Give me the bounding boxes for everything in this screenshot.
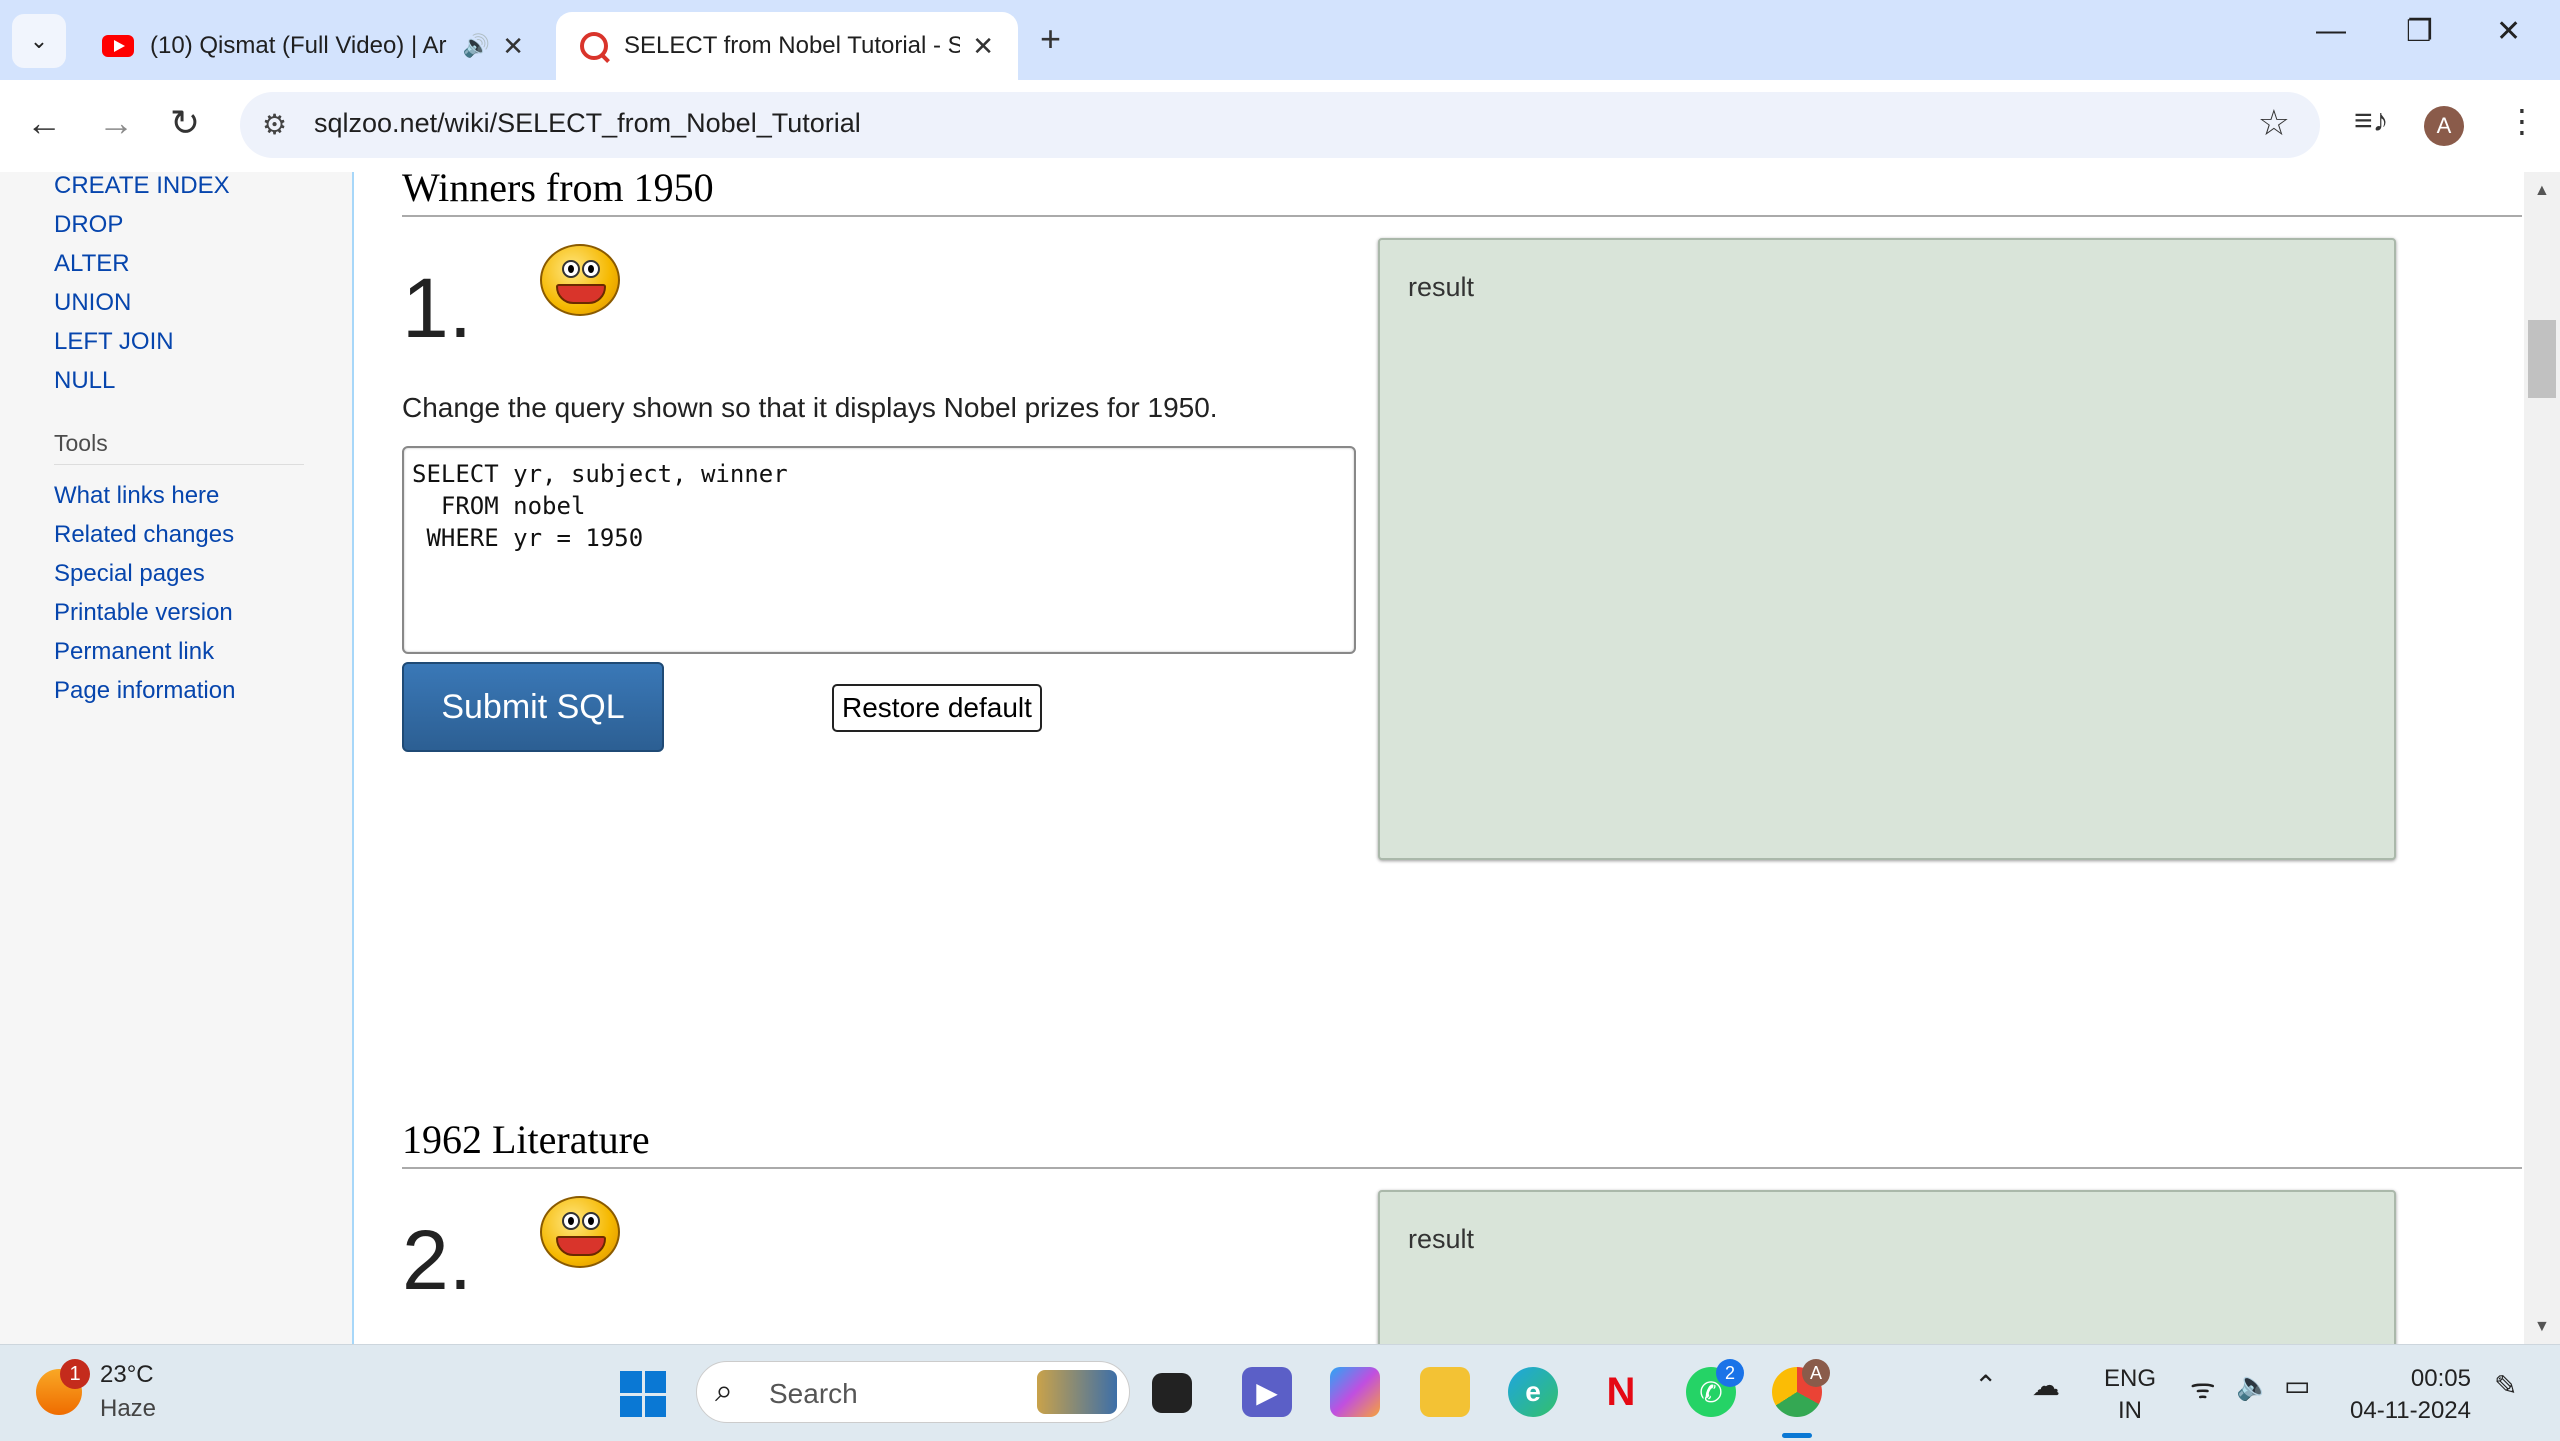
wifi-icon[interactable]: ᯤ — [2190, 1369, 2216, 1407]
sidebar-link-union[interactable]: UNION — [54, 289, 131, 317]
sidebar-link-what-links-here[interactable]: What links here — [54, 482, 219, 510]
web-page: CREATE INDEX DROP ALTER UNION LEFT JOIN … — [0, 172, 2560, 1344]
show-hidden-icons-chevron-icon[interactable]: ⌃ — [1974, 1369, 1997, 1402]
sidebar-link-null[interactable]: NULL — [54, 367, 115, 395]
divider — [54, 464, 304, 465]
volume-icon[interactable]: 🔈 — [2236, 1369, 2271, 1402]
start-windows-icon[interactable] — [620, 1371, 666, 1417]
restore-default-button[interactable]: Restore default — [832, 684, 1042, 732]
result-panel: result — [1378, 1190, 2396, 1344]
copilot-icon[interactable] — [1330, 1367, 1380, 1417]
media-controls-icon[interactable]: ≡♪ — [2354, 102, 2389, 139]
edge-icon[interactable]: e — [1508, 1367, 1558, 1417]
battery-icon[interactable]: ▭ — [2284, 1369, 2310, 1402]
chevron-down-icon: ⌄ — [29, 28, 49, 53]
submit-sql-button[interactable]: Submit SQL — [402, 662, 664, 752]
scroll-down-icon[interactable]: ▼ — [2534, 1318, 2550, 1336]
scrollbar-thumb[interactable] — [2528, 320, 2556, 398]
new-tab-icon[interactable]: + — [1040, 18, 1061, 60]
wiki-sidebar: CREATE INDEX DROP ALTER UNION LEFT JOIN … — [0, 172, 354, 1344]
tab-search-button[interactable]: ⌄ — [12, 14, 66, 68]
search-icon: ⌕ — [715, 1372, 733, 1408]
back-icon[interactable]: ← — [26, 102, 62, 144]
question-number: 1. — [402, 261, 473, 355]
netflix-icon[interactable]: N — [1596, 1367, 1646, 1417]
sidebar-link-alter[interactable]: ALTER — [54, 250, 130, 278]
weather-condition[interactable]: Haze — [100, 1395, 156, 1423]
taskbar-search[interactable]: ⌕ Search — [696, 1361, 1130, 1423]
sidebar-link-drop[interactable]: DROP — [54, 211, 123, 239]
sidebar-link-related-changes[interactable]: Related changes — [54, 521, 234, 549]
file-explorer-icon[interactable] — [1420, 1367, 1470, 1417]
close-tab-icon[interactable]: ✕ — [502, 31, 524, 62]
whatsapp-badge: 2 — [1716, 1359, 1744, 1387]
sidebar-link-page-information[interactable]: Page information — [54, 677, 235, 705]
reload-icon[interactable]: ↻ — [170, 102, 200, 144]
restore-window-icon[interactable]: ❐ — [2406, 14, 2433, 49]
chrome-profile-badge: A — [1802, 1359, 1830, 1387]
address-bar[interactable]: ⚙ sqlzoo.net/wiki/SELECT_from_Nobel_Tuto… — [240, 92, 2320, 158]
bookmark-star-icon[interactable]: ☆ — [2258, 102, 2290, 144]
close-tab-icon[interactable]: ✕ — [972, 31, 994, 62]
browser-toolbar: ← → ↻ ⚙ sqlzoo.net/wiki/SELECT_from_Nobe… — [0, 80, 2560, 173]
tab-title: (10) Qismat (Full Video) | Ar — [150, 32, 447, 59]
sidebar-link-left-join[interactable]: LEFT JOIN — [54, 328, 174, 356]
clock[interactable]: 00:05 04-11-2024 — [2350, 1363, 2471, 1427]
url-text[interactable]: sqlzoo.net/wiki/SELECT_from_Nobel_Tutori… — [314, 108, 861, 139]
search-placeholder: Search — [769, 1378, 858, 1409]
section-title-q2: 1962 Literature — [402, 1116, 2522, 1169]
sidebar-link-special-pages[interactable]: Special pages — [54, 560, 205, 588]
page-scrollbar[interactable]: ▲ ▼ — [2524, 172, 2560, 1344]
menu-kebab-icon[interactable]: ⋮ — [2506, 102, 2538, 140]
result-label: result — [1408, 1224, 1475, 1254]
close-window-icon[interactable]: ✕ — [2496, 14, 2521, 49]
language-indicator[interactable]: ENG IN — [2104, 1363, 2156, 1427]
notification-badge: 1 — [60, 1359, 90, 1389]
smiley-icon — [540, 244, 620, 316]
tab-bar: ⌄ (10) Qismat (Full Video) | Ar 🔊 ✕ SELE… — [0, 0, 2560, 80]
site-settings-icon[interactable]: ⚙ — [262, 108, 287, 141]
sqlzoo-icon — [580, 32, 608, 60]
minimize-icon[interactable]: — — [2316, 14, 2346, 48]
tab-youtube[interactable]: (10) Qismat (Full Video) | Ar 🔊 ✕ — [78, 12, 548, 80]
search-highlight-image — [1037, 1370, 1117, 1414]
sidebar-link-create-index[interactable]: CREATE INDEX — [54, 172, 230, 200]
main-content: Winners from 1950 1. Change the query sh… — [354, 172, 2524, 1344]
profile-avatar[interactable]: A — [2424, 106, 2464, 146]
weather-temperature[interactable]: 23°C — [100, 1361, 154, 1389]
youtube-icon — [102, 35, 134, 57]
notifications-icon[interactable]: ✎ — [2494, 1369, 2517, 1402]
language-code: ENG — [2104, 1365, 2157, 1392]
tab-sqlzoo[interactable]: SELECT from Nobel Tutorial - SC ✕ — [556, 12, 1018, 80]
windows-taskbar: 1 23°C Haze ⌕ Search ▶ e N ✆ 2 A ⌃ ☁ ENG… — [0, 1344, 2560, 1441]
sidebar-link-printable-version[interactable]: Printable version — [54, 599, 233, 627]
question-number: 2. — [402, 1213, 473, 1307]
region-code: IN — [2118, 1397, 2142, 1424]
clock-time: 00:05 — [2410, 1365, 2471, 1392]
teams-icon[interactable]: ▶ — [1242, 1367, 1292, 1417]
task-view-icon[interactable] — [1152, 1373, 1192, 1413]
question-prompt: Change the query shown so that it displa… — [402, 392, 1218, 423]
speaker-icon[interactable]: 🔊 — [463, 33, 490, 59]
sidebar-heading-tools: Tools — [54, 430, 108, 456]
forward-icon[interactable]: → — [98, 102, 134, 144]
sql-editor[interactable]: SELECT yr, subject, winner FROM nobel WH… — [402, 446, 1356, 654]
active-app-indicator — [1782, 1433, 1812, 1438]
sidebar-link-permanent-link[interactable]: Permanent link — [54, 638, 214, 666]
result-label: result — [1408, 272, 1475, 302]
clock-date: 04-11-2024 — [2350, 1397, 2471, 1424]
onedrive-sync-icon[interactable]: ☁ — [2032, 1369, 2060, 1402]
result-panel: result — [1378, 238, 2396, 860]
scroll-up-icon[interactable]: ▲ — [2534, 182, 2550, 200]
section-title-q1: Winners from 1950 — [402, 172, 2522, 217]
tab-title: SELECT from Nobel Tutorial - SC — [624, 32, 961, 59]
smiley-icon — [540, 1196, 620, 1268]
